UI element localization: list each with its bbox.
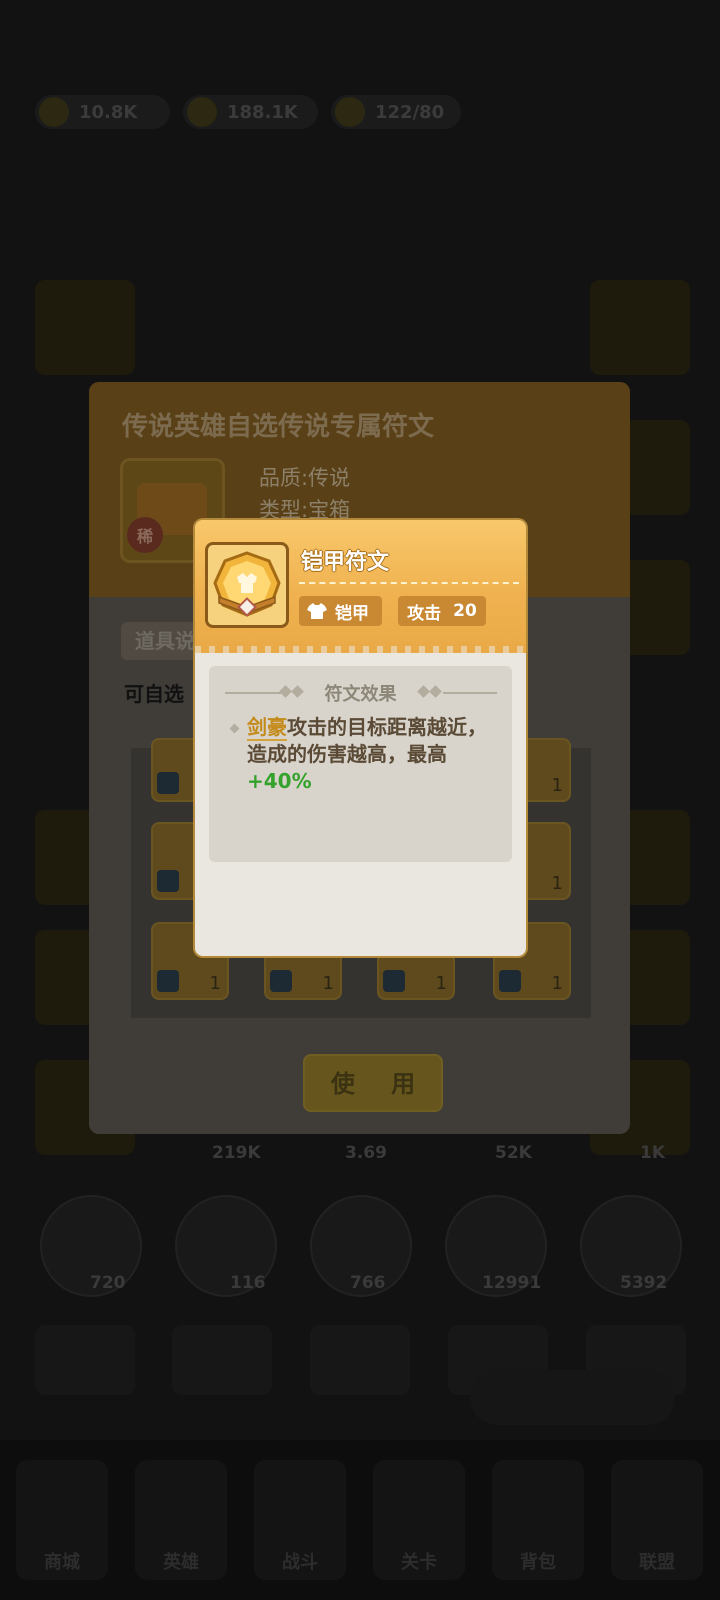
coin-resource: 188.1K <box>183 95 318 129</box>
bg-value: 720 <box>90 1273 126 1293</box>
bg-value: 1K <box>640 1143 666 1163</box>
nav-item-stage: 关卡 <box>373 1460 465 1580</box>
bg-pill-button <box>470 1370 675 1425</box>
nav-item-battle: 战斗 <box>254 1460 346 1580</box>
coin-icon <box>187 97 217 127</box>
rune-type-tag: 铠甲 <box>299 596 382 626</box>
hero-avatar-icon <box>499 970 521 992</box>
bg-value: 12991 <box>482 1273 542 1293</box>
quality-label: 品质:传说 <box>259 466 351 490</box>
hero-avatar-icon <box>270 970 292 992</box>
bullet-icon <box>229 723 240 734</box>
bg-tile <box>590 280 690 375</box>
rune-tooltip: 铠甲符文 铠甲 攻击 20 符文效果 剑豪攻击的目标距离越近，造成的伤害越高，最… <box>195 520 526 956</box>
rune-emblem-icon <box>213 551 281 617</box>
bg-value: 52K <box>495 1143 532 1163</box>
bg-value: 219K <box>212 1143 261 1163</box>
hero-avatar-icon <box>383 970 405 992</box>
effect-bonus: +40% <box>247 769 312 793</box>
rune-effect-panel: 符文效果 剑豪攻击的目标距离越近，造成的伤害越高，最高+40% <box>209 666 512 862</box>
hero-avatar-icon <box>157 870 179 892</box>
rarity-badge: 稀 <box>127 517 163 553</box>
nav-item-heroes: 英雄 <box>135 1460 227 1580</box>
stamina-resource: 122/80 <box>331 95 461 129</box>
rune-stat-tag: 攻击 20 <box>398 596 486 626</box>
stat-name: 攻击 <box>407 603 442 624</box>
bg-tile <box>310 1325 410 1395</box>
effect-description: 剑豪攻击的目标距离越近，造成的伤害越高，最高+40% <box>247 715 487 793</box>
hero-avatar-icon <box>157 772 179 794</box>
select-description: 可自选 <box>124 682 184 706</box>
hero-avatar-icon <box>157 970 179 992</box>
bg-tile <box>35 1325 135 1395</box>
bg-value: 116 <box>230 1273 266 1293</box>
nav-item-guild: 联盟 <box>611 1460 703 1580</box>
chest-title: 传说英雄自选传说专属符文 <box>122 412 435 442</box>
gem-icon <box>39 97 69 127</box>
armor-shirt-icon <box>307 603 327 619</box>
nav-item-bag: 背包 <box>492 1460 584 1580</box>
use-button[interactable]: 使 用 <box>303 1054 443 1112</box>
bg-tile <box>172 1325 272 1395</box>
bg-value: 766 <box>350 1273 386 1293</box>
rune-name: 铠甲符文 <box>301 550 390 575</box>
armor-rune-icon <box>205 542 289 628</box>
gem-resource: 10.8K <box>35 95 170 129</box>
bg-value: 5392 <box>620 1273 668 1293</box>
nav-item-shop: 商城 <box>16 1460 108 1580</box>
hero-keyword: 剑豪 <box>247 715 287 741</box>
stat-value: 20 <box>453 601 477 621</box>
bg-value: 3.69 <box>345 1143 387 1163</box>
stamina-icon <box>335 97 365 127</box>
effect-title: 符文效果 <box>324 684 397 705</box>
divider <box>299 582 519 584</box>
rune-tooltip-header: 铠甲符文 铠甲 攻击 20 <box>195 520 526 654</box>
bg-tile <box>35 280 135 375</box>
